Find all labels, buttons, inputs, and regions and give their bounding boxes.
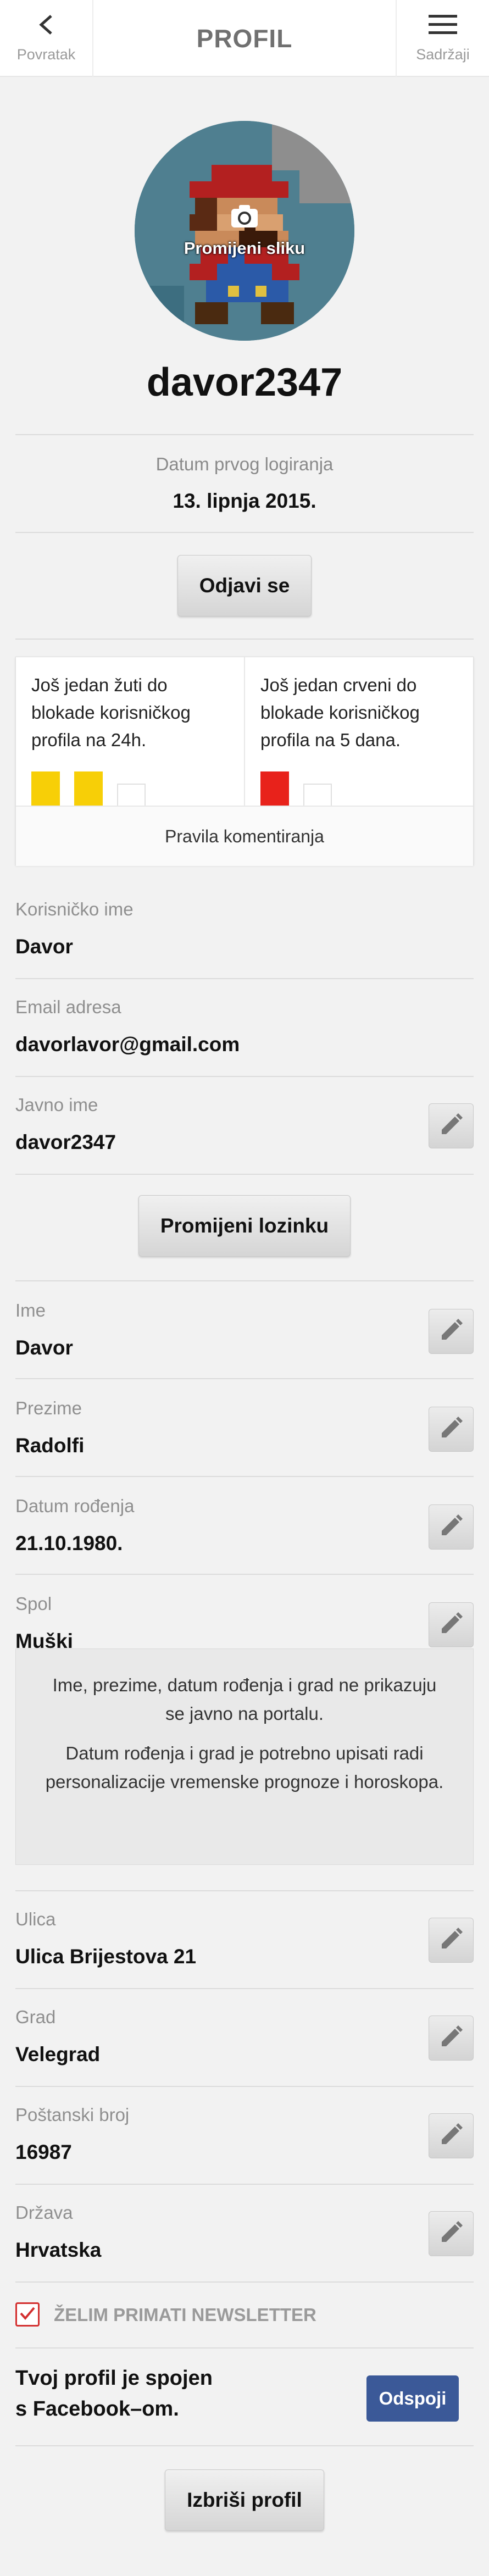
street-value: Ulica Brijestova 21 <box>15 1945 197 1968</box>
divider <box>15 1076 474 1077</box>
back-button[interactable]: Povratak <box>0 0 93 77</box>
avatar-change-picture[interactable]: Promijeni sliku <box>135 121 354 341</box>
facebook-text-line2: s Facebook–om. <box>15 2397 179 2420</box>
edit-last-name-button[interactable] <box>429 1407 474 1452</box>
yellow-card-received <box>31 771 60 806</box>
divider <box>15 978 474 979</box>
facebook-connected-text: Tvoj profil je spojen s Facebook–om. <box>15 2363 301 2424</box>
public-name-value: davor2347 <box>15 1131 116 1153</box>
street-label: Ulica <box>15 1909 56 1929</box>
hamburger-menu-icon <box>429 14 457 38</box>
page-title: PROFIL <box>196 24 293 53</box>
country-label: Država <box>15 2202 73 2223</box>
username-value: Davor <box>15 935 73 958</box>
edit-postal-code-button[interactable] <box>429 2113 474 2158</box>
pencil-icon <box>438 2024 464 2052</box>
personalization-info-text: Datum rođenja i grad je potrebno upisati… <box>45 1743 444 1792</box>
first-login-date: 13. lipnja 2015. <box>173 490 316 512</box>
delete-profile-button[interactable]: Izbriši profil <box>165 2469 324 2531</box>
yellow-card-text: Još jedan žuti do blokade korisničkog pr… <box>31 675 191 750</box>
username-label: Korisničko ime <box>15 899 134 919</box>
divider <box>15 1988 474 1989</box>
city-label: Grad <box>15 2007 56 2027</box>
red-card-warning: Još jedan crveni do blokade korisničkog … <box>245 657 474 806</box>
divider <box>15 532 474 533</box>
public-name-label: Javno ime <box>15 1095 98 1115</box>
birth-date-label: Datum rođenja <box>15 1496 135 1516</box>
yellow-card-warning: Još jedan žuti do blokade korisničkog pr… <box>16 657 245 806</box>
pencil-icon <box>438 1513 464 1541</box>
privacy-info-box: Ime, prezime, datum rođenja i grad ne pr… <box>15 1648 474 1865</box>
newsletter-label[interactable]: ŽELIM PRIMATI NEWSLETTER <box>54 2305 316 2325</box>
red-card-text: Još jedan crveni do blokade korisničkog … <box>260 675 420 750</box>
pencil-icon <box>438 1415 464 1444</box>
logout-button[interactable]: Odjavi se <box>177 555 312 617</box>
last-name-label: Prezime <box>15 1398 82 1418</box>
divider <box>15 2086 474 2087</box>
divider <box>15 434 474 435</box>
divider <box>15 2281 474 2283</box>
menu-label: Sadržaji <box>416 46 470 63</box>
pencil-icon <box>438 1112 464 1140</box>
divider <box>15 1890 474 1891</box>
divider <box>15 1174 474 1175</box>
pencil-icon <box>438 2220 464 2248</box>
red-card-received <box>260 771 289 806</box>
facebook-text-line1: Tvoj profil je spojen <box>15 2367 213 2390</box>
edit-gender-button[interactable] <box>429 1602 474 1647</box>
red-card-empty <box>303 784 332 806</box>
checkmark-icon <box>19 2305 36 2324</box>
change-picture-label: Promijeni sliku <box>184 238 305 258</box>
divider <box>15 2184 474 2185</box>
back-label: Povratak <box>16 46 76 63</box>
divider <box>15 1378 474 1379</box>
camera-icon <box>230 203 259 229</box>
pencil-icon <box>438 1927 464 1955</box>
edit-city-button[interactable] <box>429 2016 474 2061</box>
first-name-value: Davor <box>15 1336 73 1359</box>
first-name-label: Ime <box>15 1300 46 1320</box>
gender-label: Spol <box>15 1594 52 1614</box>
postal-code-label: Poštanski broj <box>15 2105 130 2125</box>
divider <box>15 639 474 640</box>
birth-date-value: 21.10.1980. <box>15 1532 123 1555</box>
divider <box>15 1476 474 1477</box>
pencil-icon <box>438 1318 464 1346</box>
edit-first-name-button[interactable] <box>429 1309 474 1354</box>
commenting-rules-link[interactable]: Pravila komentiranja <box>16 806 473 866</box>
yellow-card-empty <box>117 784 146 806</box>
edit-public-name-button[interactable] <box>429 1103 474 1148</box>
facebook-disconnect-button[interactable]: Odspoji <box>366 2375 459 2422</box>
email-label: Email adresa <box>15 997 121 1017</box>
divider <box>15 2445 474 2446</box>
pencil-icon <box>438 1611 464 1639</box>
divider <box>15 1574 474 1575</box>
menu-button[interactable]: Sadržaji <box>396 0 489 77</box>
divider <box>15 2347 474 2349</box>
change-password-button[interactable]: Promijeni lozinku <box>138 1195 351 1257</box>
email-value: davorlavor@gmail.com <box>15 1033 240 1056</box>
postal-code-value: 16987 <box>15 2141 72 2163</box>
pencil-icon <box>438 2122 464 2150</box>
blockade-warning-panel: Još jedan žuti do blokade korisničkog pr… <box>15 657 474 866</box>
yellow-card-received <box>74 771 103 806</box>
edit-birth-date-button[interactable] <box>429 1504 474 1550</box>
top-bar: Povratak PROFIL Sadržaji <box>0 0 489 77</box>
edit-street-button[interactable] <box>429 1918 474 1963</box>
newsletter-checkbox[interactable] <box>15 2302 40 2327</box>
divider <box>15 1280 474 1281</box>
profile-username: davor2347 <box>146 360 343 404</box>
first-login-label: Datum prvog logiranja <box>155 454 334 474</box>
edit-country-button[interactable] <box>429 2211 474 2256</box>
privacy-info-text: Ime, prezime, datum rođenja i grad ne pr… <box>52 1675 437 1724</box>
country-value: Hrvatska <box>15 2239 102 2261</box>
chevron-left-icon <box>37 14 55 38</box>
city-value: Velegrad <box>15 2043 101 2066</box>
last-name-value: Radolfi <box>15 1434 85 1457</box>
avatar-overlay: Promijeni sliku <box>135 121 354 341</box>
